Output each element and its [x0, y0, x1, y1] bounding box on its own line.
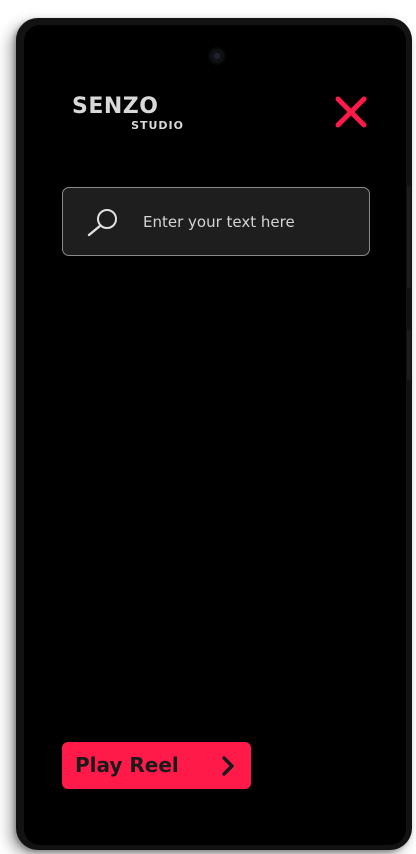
volume-button — [407, 330, 411, 380]
logo-main-text: SENZO — [72, 94, 159, 119]
search-box[interactable] — [62, 187, 370, 256]
close-icon — [335, 96, 367, 128]
close-button[interactable] — [334, 95, 368, 129]
power-button — [407, 186, 411, 288]
senzo-studio-logo: SENZO STUDIO — [72, 95, 186, 135]
logo-sub-text: STUDIO — [131, 119, 184, 132]
screen: SENZO STUDIO Play Reel — [24, 25, 406, 845]
play-reel-button[interactable]: Play Reel — [62, 742, 251, 789]
front-camera — [210, 49, 224, 63]
play-reel-label: Play Reel — [75, 753, 179, 777]
search-input[interactable] — [143, 206, 353, 238]
chevron-right-icon — [221, 755, 235, 777]
search-icon — [85, 207, 121, 237]
